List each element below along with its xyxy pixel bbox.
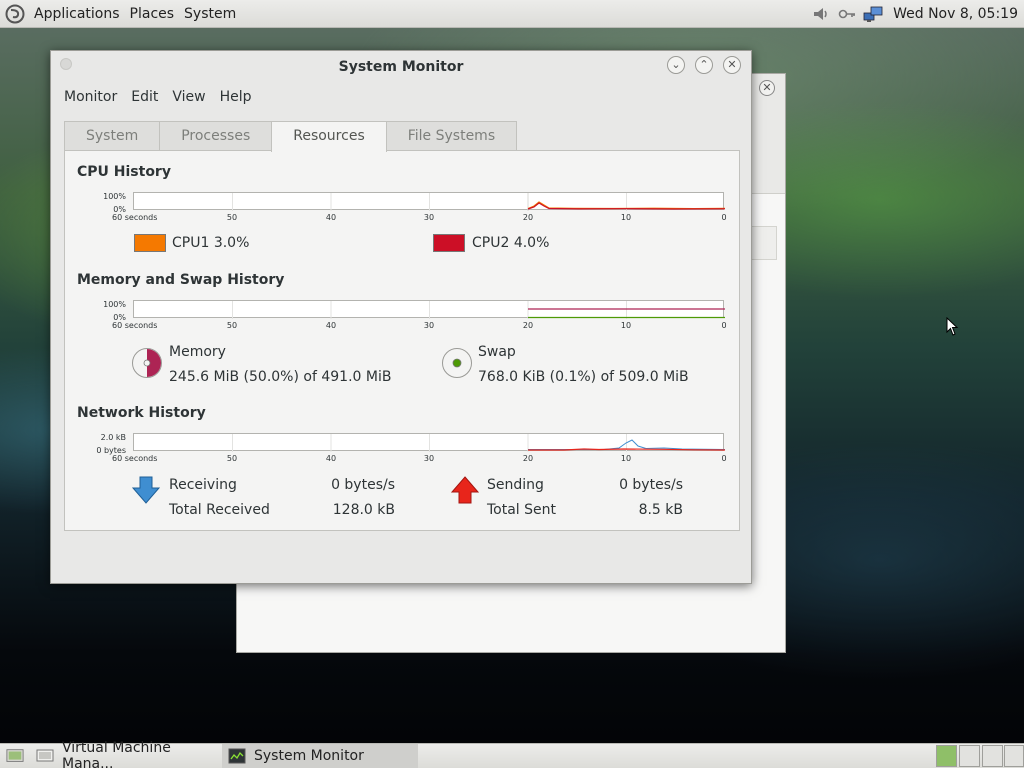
cpu-history-title: CPU History [77,164,171,180]
taskbar-item-label: Virtual Machine Mana... [62,740,171,768]
tab-processes[interactable]: Processes [159,121,273,151]
close-icon[interactable]: ✕ [759,80,775,96]
distro-logo-icon[interactable] [4,3,26,25]
menu-edit[interactable]: Edit [124,89,165,105]
taskbar-item-label: System Monitor [254,748,364,764]
titlebar[interactable]: System Monitor ⌄ ⌃ ✕ [51,51,751,83]
memory-pie-icon[interactable] [131,347,163,379]
cpu-y-max: 100% [103,192,126,201]
cpu-x-label: 60 seconds [112,213,158,222]
applications-menu[interactable]: Applications [32,6,122,22]
memory-detail: 245.6 MiB (50.0%) of 491.0 MiB [169,369,392,385]
total-received-value: 128.0 kB [332,502,395,518]
menu-view[interactable]: View [165,89,212,105]
tab-resources[interactable]: Resources [271,121,387,152]
total-received-label: Total Received [169,502,270,518]
maximize-icon[interactable]: ⌃ [695,56,713,74]
mouse-cursor-icon [946,317,959,336]
close-icon[interactable]: ✕ [723,56,741,74]
total-sent-value: 8.5 kB [638,502,683,518]
cpu-x-label: 20 [522,213,534,222]
menubar: Monitor Edit View Help [51,83,751,111]
keyring-icon[interactable] [837,4,857,24]
taskbar: Virtual Machine Mana... System Monitor [0,740,1024,768]
receiving-arrow-icon[interactable] [131,475,161,505]
network-x-label: 10 [620,454,632,463]
cpu-graph [133,192,725,211]
memory-y-max: 100% [103,300,126,309]
network-x-label: 30 [423,454,435,463]
receiving-label: Receiving [169,477,237,493]
memory-x-label: 20 [522,321,534,330]
sending-value: 0 bytes/s [619,477,683,493]
memory-label: Memory [169,344,226,360]
system-menu[interactable]: System [182,6,238,22]
memory-graph [133,300,725,319]
cpu1-label: CPU1 3.0% [172,235,250,251]
network-x-label: 20 [522,454,534,463]
cpu-x-label: 50 [226,213,238,222]
cpu1-color-button[interactable] [134,234,166,252]
system-monitor-app-icon [228,748,246,764]
network-y-max: 2.0 kB [100,433,126,442]
menu-help[interactable]: Help [213,89,259,105]
sending-arrow-icon[interactable] [450,475,480,505]
memory-x-label: 50 [226,321,238,330]
workspace-1[interactable] [936,745,957,767]
network-history-title: Network History [77,405,206,421]
taskbar-item-virtual-machine-manager[interactable]: Virtual Machine Mana... [30,740,222,768]
vmm-app-icon [36,748,54,764]
network-x-label: 60 seconds [112,454,158,463]
tab-bar: System Processes Resources File Systems [64,121,518,152]
cpu-x-label: 30 [423,213,435,222]
workspace-2[interactable] [959,745,980,767]
receiving-value: 0 bytes/s [331,477,395,493]
swap-detail: 768.0 KiB (0.1%) of 509.0 MiB [478,369,689,385]
top-panel: Applications Places System Wed Nov 8, 05… [0,0,1024,28]
memory-x-label: 0 [721,321,727,330]
network-x-label: 0 [721,454,727,463]
memory-x-label: 10 [620,321,632,330]
taskbar-item-system-monitor[interactable]: System Monitor [222,743,418,768]
cpu-x-label: 40 [325,213,337,222]
menu-monitor[interactable]: Monitor [57,89,124,105]
swap-pie-icon[interactable] [441,347,473,379]
memory-history-title: Memory and Swap History [77,272,285,288]
memory-x-label: 40 [325,321,337,330]
memory-x-label: 30 [423,321,435,330]
network-icon[interactable] [863,4,883,24]
clock[interactable]: Wed Nov 8, 05:19 [893,6,1018,22]
sending-label: Sending [487,477,544,493]
workspace-4[interactable] [1004,745,1024,767]
cpu2-color-button[interactable] [433,234,465,252]
cpu-x-label: 0 [721,213,727,222]
swap-label: Swap [478,344,516,360]
tab-file-systems[interactable]: File Systems [385,121,518,151]
system-monitor-window: System Monitor ⌄ ⌃ ✕ Monitor Edit View H… [50,50,752,584]
show-desktop-button[interactable] [0,744,30,768]
tab-system[interactable]: System [64,121,161,151]
network-x-label: 50 [226,454,238,463]
places-menu[interactable]: Places [128,6,177,22]
workspace-3[interactable] [982,745,1003,767]
volume-icon[interactable] [811,4,831,24]
minimize-icon[interactable]: ⌄ [667,56,685,74]
resources-panel: CPU History 100% 0% 60 seconds 50 40 30 … [64,150,740,531]
cpu2-label: CPU2 4.0% [472,235,550,251]
cpu-x-label: 10 [620,213,632,222]
network-graph [133,433,725,452]
memory-x-label: 60 seconds [112,321,158,330]
network-x-label: 40 [325,454,337,463]
total-sent-label: Total Sent [487,502,557,518]
window-title: System Monitor [338,59,464,75]
